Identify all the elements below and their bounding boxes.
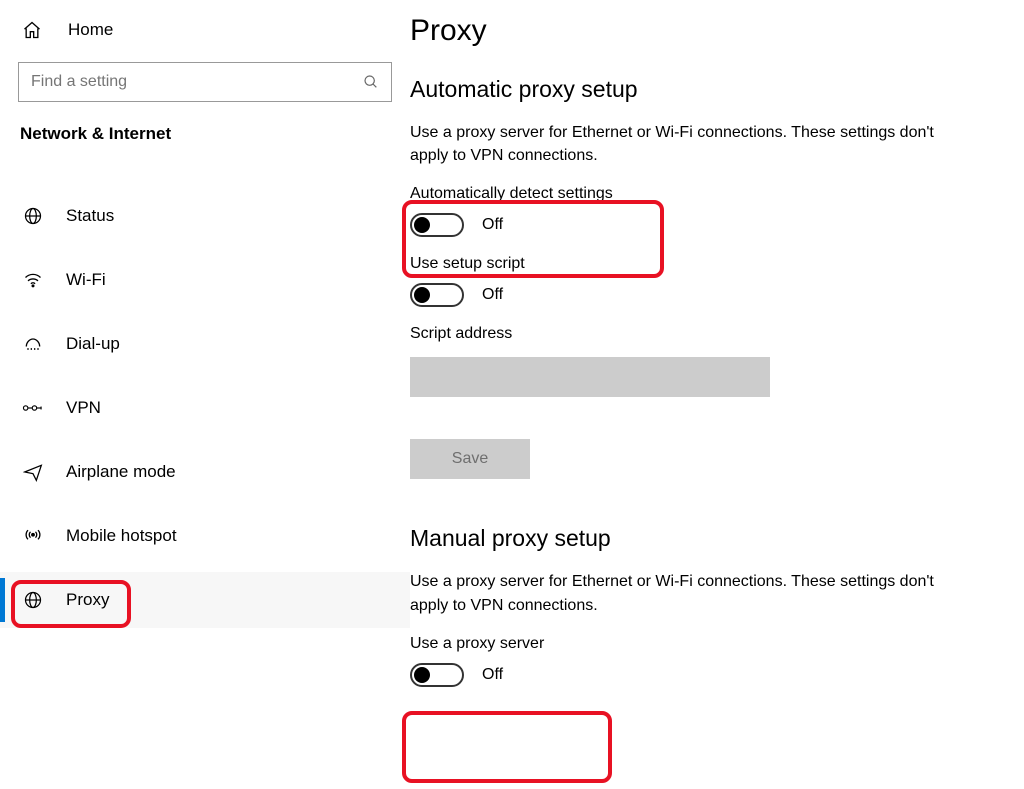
- sidebar-item-status[interactable]: Status: [0, 188, 410, 244]
- callout-highlight: [402, 711, 612, 783]
- setting-label: Use a proxy server: [410, 635, 1014, 653]
- wifi-icon: [20, 270, 46, 290]
- toggle-state: Off: [482, 216, 503, 234]
- main-content: Proxy Automatic proxy setup Use a proxy …: [410, 0, 1024, 789]
- home-label: Home: [68, 20, 113, 40]
- dialup-icon: [20, 334, 46, 354]
- section-description-auto: Use a proxy server for Ethernet or Wi-Fi…: [410, 121, 970, 167]
- hotspot-icon: [20, 526, 46, 546]
- sidebar-item-label: Mobile hotspot: [66, 526, 177, 546]
- section-heading-auto: Automatic proxy setup: [410, 76, 1014, 103]
- sidebar-item-wifi[interactable]: Wi-Fi: [0, 252, 410, 308]
- setting-use-script: Use setup script Off: [410, 255, 1014, 307]
- sidebar-item-label: Airplane mode: [66, 462, 176, 482]
- toggle-state: Off: [482, 286, 503, 304]
- setting-use-proxy: Use a proxy server Off: [410, 635, 1014, 687]
- section-heading-manual: Manual proxy setup: [410, 525, 1014, 552]
- setting-label: Automatically detect settings: [410, 185, 1014, 203]
- toggle-use-proxy[interactable]: [410, 663, 464, 687]
- sidebar-item-dialup[interactable]: Dial-up: [0, 316, 410, 372]
- globe-icon: [20, 206, 46, 226]
- search-icon: [363, 74, 379, 90]
- proxy-icon: [20, 590, 46, 610]
- page-title: Proxy: [410, 14, 1014, 48]
- category-title: Network & Internet: [0, 124, 410, 154]
- sidebar-item-hotspot[interactable]: Mobile hotspot: [0, 508, 410, 564]
- setting-script-address: Script address: [410, 325, 1014, 397]
- home-link[interactable]: Home: [0, 14, 410, 58]
- save-button: Save: [410, 439, 530, 479]
- sidebar-item-label: Dial-up: [66, 334, 120, 354]
- toggle-state: Off: [482, 666, 503, 684]
- search-input[interactable]: [19, 63, 391, 101]
- sidebar-item-proxy[interactable]: Proxy: [0, 572, 410, 628]
- sidebar-item-airplane[interactable]: Airplane mode: [0, 444, 410, 500]
- setting-label: Use setup script: [410, 255, 1014, 273]
- script-address-input: [410, 357, 770, 397]
- sidebar-item-vpn[interactable]: VPN: [0, 380, 410, 436]
- sidebar-item-label: Wi-Fi: [66, 270, 106, 290]
- toggle-auto-detect[interactable]: [410, 213, 464, 237]
- home-icon: [20, 20, 44, 40]
- setting-label: Script address: [410, 325, 1014, 343]
- section-description-manual: Use a proxy server for Ethernet or Wi-Fi…: [410, 570, 970, 616]
- airplane-icon: [20, 462, 46, 482]
- sidebar: Home Network & Internet Status: [0, 0, 410, 789]
- setting-auto-detect: Automatically detect settings Off: [410, 185, 1014, 237]
- search-field[interactable]: [18, 62, 392, 102]
- vpn-icon: [20, 400, 46, 416]
- sidebar-item-label: Proxy: [66, 590, 109, 610]
- nav-list: Status Wi-Fi Dial-up: [0, 188, 410, 628]
- sidebar-item-label: Status: [66, 206, 114, 226]
- toggle-use-script[interactable]: [410, 283, 464, 307]
- sidebar-item-label: VPN: [66, 398, 101, 418]
